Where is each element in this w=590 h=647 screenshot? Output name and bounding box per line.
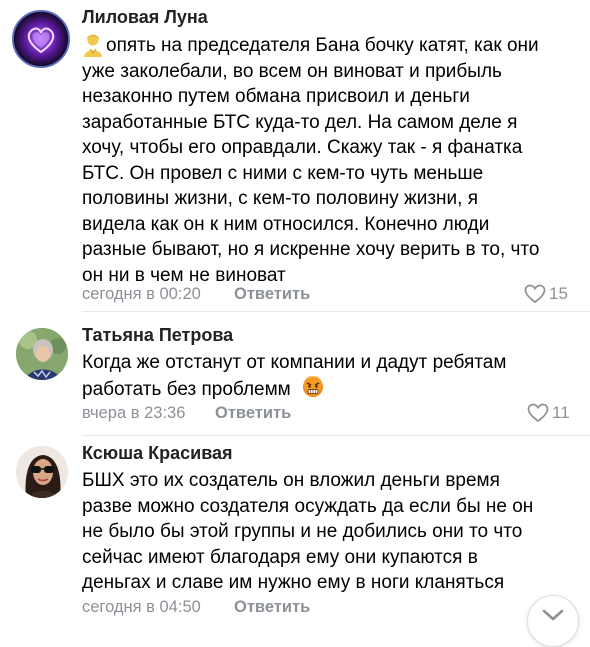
reply-button[interactable]: Ответить (234, 285, 310, 304)
comment-text-line: разные бывают, но я искренне хочу верить… (82, 239, 540, 260)
comment-text-line: БТС. Он провел с ними с кем-то чуть мень… (82, 162, 484, 184)
comment-text-line: разве можно создателя осуждать да если б… (82, 495, 534, 517)
avatar[interactable] (16, 328, 68, 380)
comment-text-fragment: работать без проблемм (82, 378, 291, 400)
heart-icon (527, 403, 549, 423)
like-count: 11 (552, 403, 570, 422)
comment-text-line: видела как он к ним относился. Конечно л… (82, 213, 490, 235)
comment-text-line: хочу, чтобы его оправдали. Скажу так - я… (82, 137, 523, 158)
comment-author[interactable]: Лиловая Луна (82, 7, 208, 28)
like-count: 15 (549, 284, 568, 303)
woman-photo-avatar-image (16, 328, 68, 380)
comment-text-line: Когда же отстанут от компании и дадут ре… (82, 352, 507, 373)
comment-text-line: не было бы этой группы и не добились они… (82, 521, 523, 542)
avatar[interactable] (12, 10, 70, 68)
comment-text-line: сейчас имеют благодаря ему они купаются … (82, 546, 478, 568)
girl-photo-avatar-image (16, 446, 68, 498)
comment-text-line: БШХ это их создатель он вложил деньги вр… (82, 470, 500, 491)
like-button[interactable]: 11 (527, 403, 570, 423)
comment-text-line: опять на председателя Бана бочку катят, … (106, 35, 539, 56)
comment-text-line: деньгах и славе им нужно ему в ноги клан… (82, 572, 505, 593)
comment-time: сегодня в 04:50 (82, 598, 201, 616)
comment-text-line: работать без проблемм (82, 374, 324, 406)
heart-icon (524, 284, 546, 304)
comment: Ксюша Красивая БШХ это их создатель он в… (0, 436, 590, 632)
comment-time: вчера в 23:36 (82, 404, 186, 422)
comment-author[interactable]: Татьяна Петрова (82, 325, 233, 346)
purple-heart-avatar-image (14, 12, 68, 66)
comment-text-line: незаконно путем обмана присвоил и деньги (82, 86, 470, 107)
comment: Лиловая Луна опять на председателя Бана … (0, 0, 590, 312)
comment-time: сегодня в 00:20 (82, 285, 201, 303)
reply-button[interactable]: Ответить (215, 404, 291, 423)
comment-text-line: уже заколебали, во всем он виноват и при… (82, 60, 502, 82)
scroll-down-button[interactable] (527, 595, 579, 647)
chevron-down-icon (542, 609, 564, 621)
comment: Татьяна Петрова Когда же отстанут от ком… (0, 312, 590, 436)
reply-button[interactable]: Ответить (234, 598, 310, 617)
comment-text-line: заработанные БТС куда-то дел. На самом д… (82, 111, 518, 133)
avatar[interactable] (16, 446, 68, 498)
angry-face-emoji (302, 374, 324, 406)
comment-author[interactable]: Ксюша Красивая (82, 443, 233, 464)
like-button[interactable]: 15 (524, 284, 568, 304)
comment-text-line: половины жизни, с кем-то половину жизни,… (82, 188, 479, 209)
